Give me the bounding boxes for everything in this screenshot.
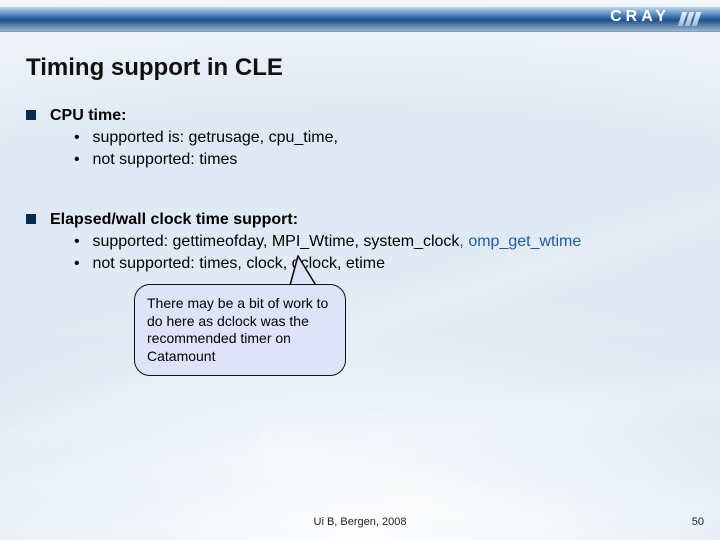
list-item: • supported is: getrusage, cpu_time, <box>74 128 696 148</box>
dot-bullet-icon: • <box>74 150 88 170</box>
square-bullet-icon <box>26 110 36 120</box>
section-heading: CPU time: <box>50 106 696 126</box>
brand-logo-stripes-icon <box>680 12 706 26</box>
item-value: times, clock, dclock, etime <box>199 255 385 272</box>
item-value: times <box>199 151 237 168</box>
list-item: • supported: gettimeofday, MPI_Wtime, sy… <box>74 232 696 252</box>
footer-center-text: Ui B, Bergen, 2008 <box>314 516 407 528</box>
dot-bullet-icon: • <box>74 232 88 252</box>
content-area: CPU time: • supported is: getrusage, cpu… <box>26 106 696 314</box>
item-extra-fn: , omp_get_wtime <box>459 233 581 250</box>
top-bar: CRAY <box>0 6 720 32</box>
sub-list: • supported: gettimeofday, MPI_Wtime, sy… <box>50 232 696 274</box>
sub-list: • supported is: getrusage, cpu_time, • n… <box>50 128 696 170</box>
page-number: 50 <box>692 516 704 528</box>
dot-bullet-icon: • <box>74 254 88 274</box>
list-item: • not supported: times <box>74 150 696 170</box>
slide: CRAY Timing support in CLE CPU time: • s… <box>0 0 720 540</box>
square-bullet-icon <box>26 214 36 224</box>
section-elapsed-time: Elapsed/wall clock time support: • suppo… <box>26 210 696 274</box>
item-value: getrusage, cpu_time, <box>189 129 338 146</box>
item-label: not supported: <box>92 151 199 168</box>
brand-logo-text: CRAY <box>610 8 670 26</box>
callout-note: There may be a bit of work to do here as… <box>134 284 346 376</box>
section-heading: Elapsed/wall clock time support: <box>50 210 696 230</box>
item-label: supported is: <box>92 129 188 146</box>
list-item: • not supported: times, clock, dclock, e… <box>74 254 696 274</box>
dot-bullet-icon: • <box>74 128 88 148</box>
footer: Ui B, Bergen, 2008 50 <box>0 516 720 534</box>
item-label: not supported: <box>92 255 199 272</box>
item-value: gettimeofday, MPI_Wtime, system_clock <box>173 233 460 250</box>
section-cpu-time: CPU time: • supported is: getrusage, cpu… <box>26 106 696 170</box>
slide-title: Timing support in CLE <box>26 54 283 82</box>
item-label: supported: <box>92 233 172 250</box>
